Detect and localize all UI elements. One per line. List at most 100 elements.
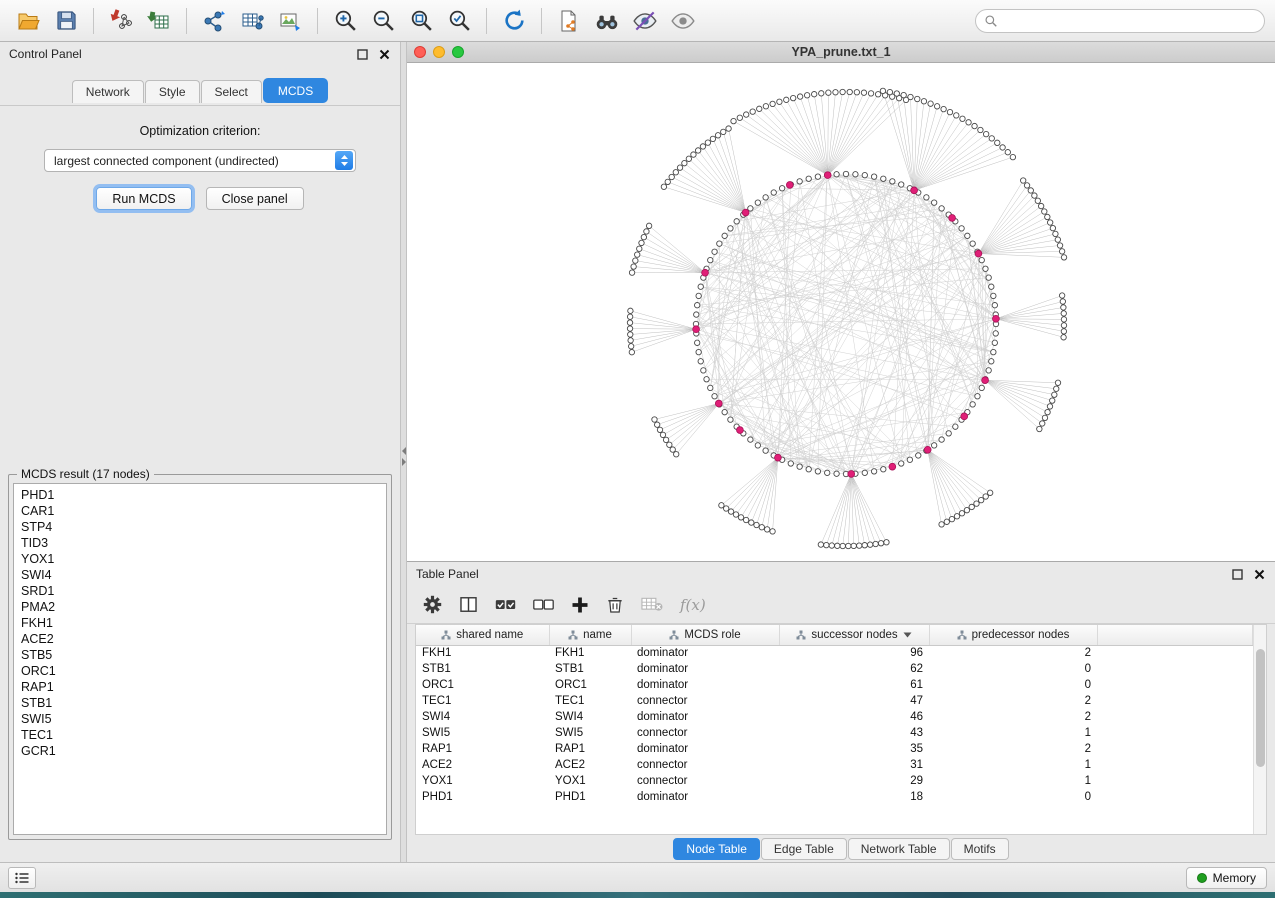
cell-name[interactable]: ORC1: [549, 677, 631, 693]
network-canvas[interactable]: [407, 63, 1275, 561]
tab-motifs[interactable]: Motifs: [951, 838, 1009, 860]
vertical-splitter[interactable]: [400, 42, 407, 862]
cell-name[interactable]: FKH1: [549, 645, 631, 661]
show-columns-button[interactable]: [459, 595, 478, 614]
mcds-result-list[interactable]: PHD1CAR1STP4TID3YOX1SWI4SRD1PMA2FKH1ACE2…: [13, 483, 387, 835]
float-panel-icon[interactable]: [355, 47, 369, 61]
column-header-name[interactable]: name: [549, 625, 631, 645]
cell-name[interactable]: PHD1: [549, 789, 631, 805]
cell-shared-name[interactable]: ORC1: [416, 677, 549, 693]
cell-shared-name[interactable]: RAP1: [416, 741, 549, 757]
add-column-button[interactable]: [571, 596, 589, 614]
cell-succ[interactable]: 31: [779, 757, 929, 773]
cell-name[interactable]: ACE2: [549, 757, 631, 773]
cell-pred[interactable]: 1: [929, 773, 1097, 789]
network-from-table-button[interactable]: [234, 4, 270, 38]
table-row[interactable]: FKH1FKH1dominator962: [416, 645, 1253, 661]
cell-role[interactable]: connector: [631, 773, 779, 789]
network-graph[interactable]: [407, 63, 1275, 561]
cell-pred[interactable]: 0: [929, 789, 1097, 805]
mcds-result-item[interactable]: STB5: [21, 647, 386, 663]
table-row[interactable]: ORC1ORC1dominator610: [416, 677, 1253, 693]
run-mcds-button[interactable]: Run MCDS: [96, 187, 191, 210]
column-header-predecessor-nodes[interactable]: predecessor nodes: [929, 625, 1097, 645]
cell-shared-name[interactable]: PHD1: [416, 789, 549, 805]
table-row[interactable]: TEC1TEC1connector472: [416, 693, 1253, 709]
cell-succ[interactable]: 35: [779, 741, 929, 757]
cell-name[interactable]: SWI4: [549, 709, 631, 725]
mcds-result-item[interactable]: SWI4: [21, 567, 386, 583]
cell-pred[interactable]: 2: [929, 709, 1097, 725]
mcds-result-item[interactable]: CAR1: [21, 503, 386, 519]
table-row[interactable]: PHD1PHD1dominator180: [416, 789, 1253, 805]
delete-table-button[interactable]: [641, 596, 663, 613]
table-scrollbar-thumb[interactable]: [1256, 649, 1265, 767]
cell-role[interactable]: dominator: [631, 789, 779, 805]
cell-succ[interactable]: 47: [779, 693, 929, 709]
tab-node-table[interactable]: Node Table: [673, 838, 760, 860]
cell-succ[interactable]: 18: [779, 789, 929, 805]
close-panel-button[interactable]: Close panel: [206, 187, 304, 210]
cell-role[interactable]: dominator: [631, 661, 779, 677]
cell-role[interactable]: dominator: [631, 677, 779, 693]
cell-succ[interactable]: 43: [779, 725, 929, 741]
network-window-titlebar[interactable]: YPA_prune.txt_1: [407, 42, 1275, 63]
cell-role[interactable]: connector: [631, 757, 779, 773]
cell-shared-name[interactable]: TEC1: [416, 693, 549, 709]
tab-mcds[interactable]: MCDS: [263, 78, 328, 103]
memory-button[interactable]: Memory: [1186, 867, 1267, 889]
cell-name[interactable]: STB1: [549, 661, 631, 677]
mcds-result-item[interactable]: TID3: [21, 535, 386, 551]
mcds-result-item[interactable]: YOX1: [21, 551, 386, 567]
mcds-result-item[interactable]: SWI5: [21, 711, 386, 727]
table-row[interactable]: STB1STB1dominator620: [416, 661, 1253, 677]
mcds-result-item[interactable]: STB1: [21, 695, 386, 711]
mcds-result-item[interactable]: ORC1: [21, 663, 386, 679]
cell-name[interactable]: TEC1: [549, 693, 631, 709]
apply-layout-button[interactable]: [496, 4, 532, 38]
import-network-button[interactable]: [103, 4, 139, 38]
cell-role[interactable]: connector: [631, 725, 779, 741]
tab-style[interactable]: Style: [145, 80, 200, 103]
cell-role[interactable]: connector: [631, 693, 779, 709]
cell-shared-name[interactable]: SWI4: [416, 709, 549, 725]
zoom-out-button[interactable]: [365, 4, 401, 38]
column-header-shared-name[interactable]: shared name: [416, 625, 549, 645]
deselect-all-rows-button[interactable]: [533, 596, 554, 614]
cell-succ[interactable]: 46: [779, 709, 929, 725]
float-table-panel-icon[interactable]: [1230, 567, 1244, 581]
hide-details-button[interactable]: [627, 4, 663, 38]
window-minimize-button[interactable]: [433, 46, 445, 58]
delete-column-button[interactable]: [606, 595, 624, 614]
table-settings-button[interactable]: [423, 595, 442, 614]
optimization-criterion-select[interactable]: largest connected component (undirected): [44, 149, 356, 172]
cell-role[interactable]: dominator: [631, 645, 779, 661]
cell-shared-name[interactable]: ACE2: [416, 757, 549, 773]
table-row[interactable]: SWI4SWI4dominator462: [416, 709, 1253, 725]
cell-succ[interactable]: 61: [779, 677, 929, 693]
close-panel-icon[interactable]: [377, 47, 391, 61]
cell-pred[interactable]: 2: [929, 741, 1097, 757]
new-network-button[interactable]: [196, 4, 232, 38]
mcds-result-item[interactable]: SRD1: [21, 583, 386, 599]
mcds-result-item[interactable]: PHD1: [21, 487, 386, 503]
close-table-panel-icon[interactable]: [1252, 567, 1266, 581]
cell-role[interactable]: dominator: [631, 741, 779, 757]
table-row[interactable]: YOX1YOX1connector291: [416, 773, 1253, 789]
cell-shared-name[interactable]: STB1: [416, 661, 549, 677]
mcds-result-item[interactable]: PMA2: [21, 599, 386, 615]
mcds-result-item[interactable]: TEC1: [21, 727, 386, 743]
search-input[interactable]: [1003, 14, 1256, 28]
column-header-mcds-role[interactable]: MCDS role: [631, 625, 779, 645]
open-file-button[interactable]: [10, 4, 46, 38]
cell-pred[interactable]: 1: [929, 725, 1097, 741]
mcds-result-item[interactable]: STP4: [21, 519, 386, 535]
import-table-button[interactable]: [141, 4, 177, 38]
splitter-collapse-icon[interactable]: [402, 447, 406, 466]
tab-network[interactable]: Network: [72, 80, 144, 103]
table-row[interactable]: ACE2ACE2connector311: [416, 757, 1253, 773]
show-details-button[interactable]: [665, 4, 701, 38]
mcds-result-item[interactable]: ACE2: [21, 631, 386, 647]
table-row[interactable]: SWI5SWI5connector431: [416, 725, 1253, 741]
tab-select[interactable]: Select: [201, 80, 262, 103]
